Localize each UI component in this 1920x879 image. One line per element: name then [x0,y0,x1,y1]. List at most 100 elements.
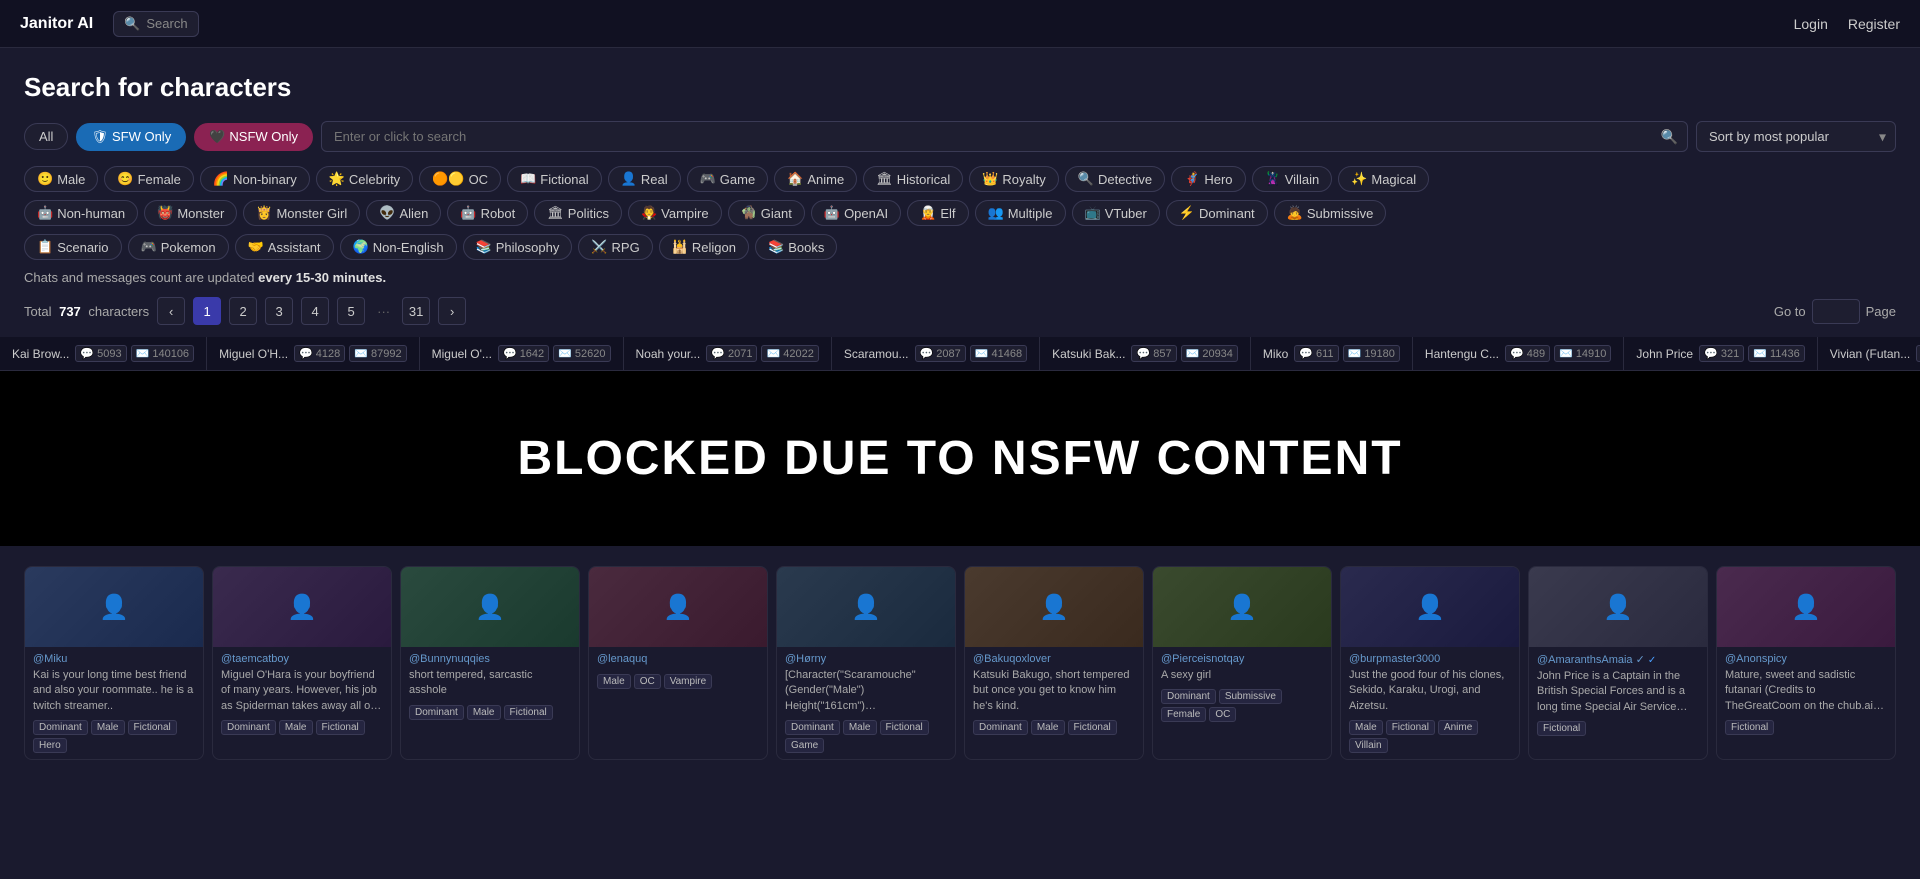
tag-books[interactable]: 📚Books [755,234,837,260]
card-tag: Male [1349,720,1383,735]
tag-giant[interactable]: 🧌Giant [728,200,805,226]
filter-all[interactable]: All [24,123,68,150]
card-tag: Fictional [880,720,929,735]
register-link[interactable]: Register [1848,16,1900,32]
tag-hero[interactable]: 🦸Hero [1171,166,1245,192]
tags-section: 🙂Male😊Female🌈Non-binary🌟Celebrity🟠🟡OC📖Fi… [24,166,1896,260]
char-tab-6[interactable]: Miko 💬 611 ✉️ 19180 [1251,337,1413,370]
tag-royalty[interactable]: 👑Royalty [969,166,1059,192]
page-last[interactable]: 31 [402,297,430,325]
char-tab-9[interactable]: Vivian (Futan... 💬 220 ✉️ 9860 [1818,337,1920,370]
char-tabs: Kai Brow... 💬 5093 ✉️ 140106 Miguel O'H.… [0,337,1920,371]
tag-philosophy[interactable]: 📚Philosophy [463,234,573,260]
char-tab-0[interactable]: Kai Brow... 💬 5093 ✉️ 140106 [0,337,207,370]
tag-religon[interactable]: 🕌Religon [659,234,749,260]
login-link[interactable]: Login [1794,16,1828,32]
character-card-1[interactable]: 👤 @taemcatboy Miguel O'Hara is your boyf… [212,566,392,760]
tag-openai[interactable]: 🤖OpenAI [811,200,901,226]
page-5[interactable]: 5 [337,297,365,325]
char-tab-3[interactable]: Noah your... 💬 2071 ✉️ 42022 [624,337,832,370]
tag-real[interactable]: 👤Real [608,166,681,192]
card-tag: Fictional [1068,720,1117,735]
tag-non-human[interactable]: 🤖Non-human [24,200,138,226]
char-tab-4[interactable]: Scaramou... 💬 2087 ✉️ 41468 [832,337,1040,370]
tag-vampire[interactable]: 🧛Vampire [628,200,722,226]
tag-anime[interactable]: 🏠Anime [774,166,857,192]
tag-male[interactable]: 🙂Male [24,166,98,192]
tag-assistant[interactable]: 🤝Assistant [235,234,334,260]
page-title: Search for characters [24,72,1896,103]
tag-fictional[interactable]: 📖Fictional [507,166,602,192]
char-tab-2[interactable]: Miguel O'... 💬 1642 ✉️ 52620 [420,337,624,370]
tag-politics[interactable]: 🏛Politics [534,200,622,226]
character-card-5[interactable]: 👤 @Bakuqoxlover Katsuki Bakugo, short te… [964,566,1144,760]
tag-vtuber[interactable]: 📺VTuber [1072,200,1160,226]
tag-rpg[interactable]: ⚔️RPG [578,234,652,260]
page-next[interactable]: › [438,297,466,325]
tag-magical[interactable]: ✨Magical [1338,166,1429,192]
page-prev[interactable]: ‹ [157,297,185,325]
card-tag: Dominant [1161,689,1216,704]
tag-elf[interactable]: 🧝Elf [907,200,968,226]
card-desc: Katsuki Bakugo, short tempered but once … [973,668,1135,714]
tag-female[interactable]: 😊Female [104,166,194,192]
card-image: 👤 [777,567,955,647]
tag-row-3: 📋Scenario🎮Pokemon🤝Assistant🌍Non-English📚… [24,234,1896,260]
character-card-0[interactable]: 👤 @Miku Kai is your long time best frien… [24,566,204,760]
card-tag: Dominant [33,720,88,735]
card-tag: Dominant [973,720,1028,735]
tag-detective[interactable]: 🔍Detective [1065,166,1165,192]
card-tag: Fictional [316,720,365,735]
sort-select[interactable]: Sort by most popular [1696,121,1896,152]
filter-nsfw[interactable]: 🖤 NSFW Only [194,123,313,151]
tag-scenario[interactable]: 📋Scenario [24,234,122,260]
tag-non-english[interactable]: 🌍Non-English [340,234,457,260]
card-tag: Dominant [785,720,840,735]
char-tab-name: Miko [1263,347,1288,361]
tag-submissive[interactable]: 🙇Submissive [1274,200,1387,226]
header-search[interactable]: 🔍 Search [113,11,198,37]
page-2[interactable]: 2 [229,297,257,325]
card-body: @Miku Kai is your long time best friend … [25,647,203,759]
tag-multiple[interactable]: 👥Multiple [975,200,1066,226]
card-image: 👤 [1717,567,1895,647]
tag-celebrity[interactable]: 🌟Celebrity [316,166,413,192]
character-card-2[interactable]: 👤 @Bunnynuqqies short tempered, sarcasti… [400,566,580,760]
search-input[interactable] [321,121,1688,152]
search-icon: 🔍 [124,16,140,32]
tag-monster[interactable]: 👹Monster [144,200,237,226]
character-card-9[interactable]: 👤 @Anonspicy Mature, sweet and sadistic … [1716,566,1896,760]
character-card-3[interactable]: 👤 @lenaquq MaleOCVampire [588,566,768,760]
page-ellipsis: ··· [373,304,394,319]
character-card-6[interactable]: 👤 @Pierceisnotqay A sexy girl DominantSu… [1152,566,1332,760]
char-tab-8[interactable]: John Price 💬 321 ✉️ 11436 [1624,337,1817,370]
tag-monster-girl[interactable]: 👸Monster Girl [243,200,360,226]
page-4[interactable]: 4 [301,297,329,325]
char-tab-7[interactable]: Hantengu C... 💬 489 ✉️ 14910 [1413,337,1625,370]
tag-dominant[interactable]: ⚡Dominant [1166,200,1268,226]
character-card-8[interactable]: 👤 @AmaranthsAmaia ✓ ✓ John Price is a Ca… [1528,566,1708,760]
tag-alien[interactable]: 👽Alien [366,200,441,226]
tag-pokemon[interactable]: 🎮Pokemon [128,234,229,260]
search-wrap: 🔍 [321,121,1688,152]
tag-historical[interactable]: 🏛Historical [863,166,963,192]
char-tab-1[interactable]: Miguel O'H... 💬 4128 ✉️ 87992 [207,337,420,370]
page-3[interactable]: 3 [265,297,293,325]
char-tab-name: Scaramou... [844,347,909,361]
tag-robot[interactable]: 🤖Robot [447,200,528,226]
tag-villain[interactable]: 🦹Villain [1252,166,1333,192]
character-card-7[interactable]: 👤 @burpmaster3000 Just the good four of … [1340,566,1520,760]
card-body: @lenaquq MaleOCVampire [589,647,767,695]
card-tags: MaleFictionalAnimeVillain [1349,720,1511,753]
tag-oc[interactable]: 🟠🟡OC [419,166,501,192]
tag-game[interactable]: 🎮Game [687,166,769,192]
goto-input[interactable] [1812,299,1860,324]
card-tag: Male [843,720,877,735]
char-tab-name: Katsuki Bak... [1052,347,1125,361]
char-tab-5[interactable]: Katsuki Bak... 💬 857 ✉️ 20934 [1040,337,1251,370]
tag-non-binary[interactable]: 🌈Non-binary [200,166,310,192]
card-tags: Fictional [1537,721,1699,736]
filter-sfw[interactable]: 🛡 SFW Only [76,123,186,151]
character-card-4[interactable]: 👤 @Hørny [Character("Scaramouche" (Gende… [776,566,956,760]
page-1[interactable]: 1 [193,297,221,325]
